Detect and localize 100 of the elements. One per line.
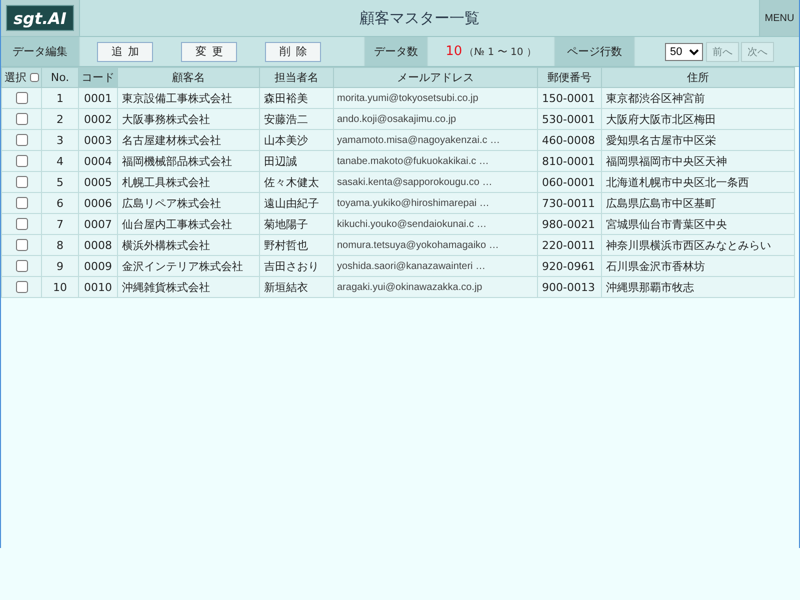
row-checkbox[interactable] — [16, 281, 28, 294]
table-cell: 460-0008 — [538, 130, 602, 150]
table-cell: 0008 — [78, 234, 118, 256]
table-cell: 山本美沙 — [260, 130, 334, 150]
column-header[interactable]: コード — [78, 68, 118, 88]
row-checkbox[interactable] — [16, 155, 28, 168]
column-header[interactable]: 住所 — [602, 68, 794, 88]
column-header[interactable]: 顧客名 — [118, 68, 260, 88]
table-cell: tanabe.makoto@fukuokakikai.c … — [334, 150, 538, 172]
table-cell: 530-0001 — [538, 108, 602, 130]
section-label: データ数 — [364, 37, 428, 66]
table-cell: 730-0011 — [538, 192, 602, 214]
table-cell: nomura.tetsuya@yokohamagaiko … — [334, 234, 538, 256]
table-cell: 大阪府大阪市北区梅田 — [602, 108, 794, 130]
table-cell: yamamoto.misa@nagoyakenzai.c … — [334, 130, 538, 150]
table-cell: 仙台屋内工事株式会社 — [118, 214, 260, 234]
table-cell: 10 — [42, 276, 78, 298]
table-cell: sasaki.kenta@sapporokougu.co … — [334, 172, 538, 192]
table-cell: 森田裕美 — [260, 88, 334, 108]
menu-button[interactable]: MENU — [759, 0, 799, 36]
table-cell: 0007 — [78, 214, 118, 234]
logo: sgt.AI — [6, 5, 74, 31]
table-cell: ando.koji@osakajimu.co.jp — [334, 108, 538, 130]
column-header[interactable]: 担当者名 — [260, 68, 334, 88]
table-cell: 810-0001 — [538, 150, 602, 172]
table-cell: 5 — [42, 172, 78, 192]
row-checkbox[interactable] — [16, 197, 28, 210]
table-cell: 安藤浩二 — [260, 108, 334, 130]
table-cell: 札幌工具株式会社 — [118, 172, 260, 192]
select-all-checkbox[interactable] — [30, 73, 38, 82]
table-cell: 1 — [42, 88, 78, 108]
table-cell: 0005 — [78, 172, 118, 192]
table-cell: 0002 — [78, 108, 118, 130]
edit-button[interactable]: 変更 — [181, 42, 237, 62]
table-cell: 900-0013 — [538, 276, 602, 298]
table-cell: 0010 — [78, 276, 118, 298]
table-cell: 神奈川県横浜市西区みなとみらい — [602, 234, 794, 256]
table-cell: 0004 — [78, 150, 118, 172]
table-cell: toyama.yukiko@hiroshimarepai … — [334, 192, 538, 214]
row-checkbox[interactable] — [16, 260, 28, 272]
table-cell: 愛知県名古屋市中区栄 — [602, 130, 794, 150]
table-cell: 広島県広島市中区基町 — [602, 192, 794, 214]
table-cell: 0006 — [78, 192, 118, 214]
table-cell: 菊地陽子 — [260, 214, 334, 234]
table-cell: 7 — [42, 214, 78, 234]
table-cell: aragaki.yui@okinawazakka.co.jp — [334, 276, 538, 298]
table-cell: 8 — [42, 234, 78, 256]
table-cell: 6 — [42, 192, 78, 214]
table-cell: 東京都渋谷区神宮前 — [602, 88, 794, 108]
table-cell: 田辺誠 — [260, 150, 334, 172]
table-cell: 4 — [42, 150, 78, 172]
table-cell: 沖縄県那覇市牧志 — [602, 276, 794, 298]
table-cell: 920-0961 — [538, 256, 602, 276]
table-cell: 名古屋建材株式会社 — [118, 130, 260, 150]
table-cell: 福岡機械部品株式会社 — [118, 150, 260, 172]
column-header[interactable]: No. — [42, 68, 78, 88]
rows-per-page-select[interactable]: 50 — [665, 42, 703, 60]
table-cell: 北海道札幌市中央区北一条西 — [602, 172, 794, 192]
table-cell: 佐々木健太 — [260, 172, 334, 192]
table-cell: 宮城県仙台市青葉区中央 — [602, 214, 794, 234]
table-cell: morita.yumi@tokyosetsubi.co.jp — [334, 88, 538, 108]
record-count: 10 — [446, 44, 462, 59]
row-checkbox[interactable] — [16, 218, 28, 230]
delete-button[interactable]: 削除 — [265, 42, 321, 62]
table-cell: 新垣結衣 — [260, 276, 334, 298]
add-button[interactable]: 追加 — [97, 42, 153, 62]
table-cell: 野村哲也 — [260, 234, 334, 256]
record-range: （№ 1 〜 10 ） — [464, 46, 536, 58]
row-checkbox[interactable] — [16, 176, 28, 188]
table-cell: 福岡県福岡市中央区天神 — [602, 150, 794, 172]
row-checkbox[interactable] — [16, 239, 28, 252]
table-cell: 150-0001 — [538, 88, 602, 108]
row-checkbox[interactable] — [16, 113, 28, 126]
table-cell: 980-0021 — [538, 214, 602, 234]
page-title: 顧客マスター一覧 — [358, 8, 480, 28]
section-label: データ編集 — [1, 37, 80, 66]
table-cell: 吉田さおり — [260, 256, 334, 276]
table-cell: 9 — [42, 256, 78, 276]
column-header[interactable]: 郵便番号 — [538, 68, 602, 88]
column-header[interactable]: メールアドレス — [334, 68, 538, 88]
table-cell: 横浜外構株式会社 — [118, 234, 260, 256]
column-label: 選択 — [4, 70, 26, 85]
table-cell: yoshida.saori@kanazawainteri … — [334, 256, 538, 276]
table-cell: 2 — [42, 108, 78, 130]
table-cell: 遠山由紀子 — [260, 192, 334, 214]
row-checkbox[interactable] — [16, 134, 28, 146]
table-cell: 220-0011 — [538, 234, 602, 256]
table-cell: 東京設備工事株式会社 — [118, 88, 260, 108]
section-label: ページ行数 — [554, 37, 635, 66]
row-checkbox[interactable] — [16, 92, 28, 104]
table-cell: 広島リペア株式会社 — [118, 192, 260, 214]
table-cell: 金沢インテリア株式会社 — [118, 256, 260, 276]
table-cell: 0003 — [78, 130, 118, 150]
table-cell: 大阪事務株式会社 — [118, 108, 260, 130]
table-cell: 0001 — [78, 88, 118, 108]
table-cell: 石川県金沢市香林坊 — [602, 256, 794, 276]
table-cell: kikuchi.youko@sendaiokunai.c … — [334, 214, 538, 234]
table-cell: 沖縄雑貨株式会社 — [118, 276, 260, 298]
table-cell: 060-0001 — [538, 172, 602, 192]
table-cell: 3 — [42, 130, 78, 150]
